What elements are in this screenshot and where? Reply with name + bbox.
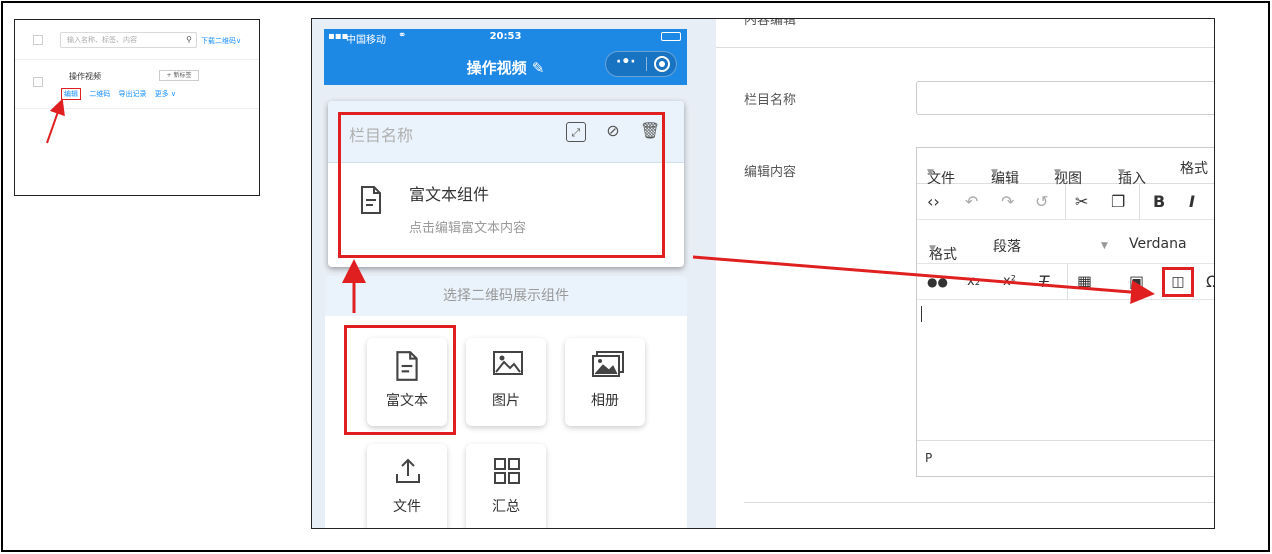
phone-nav-bar: 操作视频 ✎ ·•·	[324, 45, 687, 85]
phone-preview: ▪▪▪ 中国移动 ⚭ 20:53 操作视频 ✎ ·•· 栏目名称 ⤢ ⊘ 🗑 富…	[312, 19, 716, 528]
edit-content-label: 编辑内容	[744, 165, 797, 180]
highlight-box-richtext	[344, 325, 456, 435]
clear-format-icon[interactable]: T	[1039, 272, 1049, 291]
component-label: 文件	[393, 499, 421, 515]
list-header-row: 输入名称、标签、内容 ⚲ 下载二维码∨	[15, 20, 259, 60]
row-checkbox[interactable]	[33, 77, 43, 87]
column-name-input[interactable]	[916, 81, 1214, 115]
close-circle-icon[interactable]	[654, 56, 670, 72]
component-album[interactable]: 相册	[565, 338, 645, 426]
menu-format[interactable]: 格式	[1180, 158, 1208, 178]
mini-program-capsule: ·•·	[605, 51, 677, 77]
more-dots-icon[interactable]: ·•·	[616, 54, 636, 70]
divider	[744, 502, 1214, 503]
album-icon	[592, 351, 624, 377]
row-title: 操作视频	[69, 72, 101, 81]
download-qrcode-button[interactable]: 下载二维码∨	[201, 36, 241, 46]
phone-status-bar: ▪▪▪ 中国移动 ⚭ 20:53	[324, 29, 687, 46]
editor-toolbar-1: ‹› ↶ ↷ ↺ ✂ ❐ B I	[917, 184, 1214, 220]
capsule-divider	[646, 57, 647, 71]
battery-icon	[661, 32, 681, 41]
copy-icon[interactable]: ❐	[1111, 192, 1125, 211]
screenshot-frame: 输入名称、标签、内容 ⚲ 下载二维码∨ 操作视频 + 新标签 编辑 二维码 导出…	[1, 1, 1270, 552]
subscript-icon[interactable]: x₂	[967, 274, 980, 289]
text-cursor	[921, 306, 922, 322]
component-label: 相册	[591, 393, 619, 409]
toolbar-divider	[1067, 264, 1068, 300]
select-all-checkbox[interactable]	[33, 35, 43, 45]
component-file[interactable]: 文件	[367, 444, 447, 528]
history-icon[interactable]: ↺	[1035, 192, 1048, 211]
grid-icon	[494, 458, 520, 484]
status-time: 20:53	[489, 31, 522, 42]
column-name-label: 栏目名称	[744, 93, 797, 108]
component-label: 汇总	[492, 499, 520, 515]
video-insert-icon[interactable]: ◫	[1162, 267, 1194, 297]
undo-icon[interactable]: ↶	[965, 192, 978, 211]
search-input[interactable]: 输入名称、标签、内容 ⚲	[60, 32, 197, 48]
qrcode-list-panel: 输入名称、标签、内容 ⚲ 下载二维码∨ 操作视频 + 新标签 编辑 二维码 导出…	[14, 19, 260, 196]
editor-toolbar-3: ●● x₂ x² T ▦ ▣ ◫ Ω	[917, 264, 1214, 300]
cut-icon[interactable]: ✂	[1075, 192, 1088, 211]
editor-menubar: 文件 ▼ 编辑 ▼ 视图 ▼ 插入 ▼ 格式	[917, 148, 1214, 187]
special-char-icon[interactable]: Ω	[1206, 272, 1214, 291]
upload-icon	[396, 458, 420, 483]
font-dropdown[interactable]: Verdana	[1129, 236, 1187, 252]
edit-link[interactable]: 编辑	[61, 88, 81, 100]
component-summary[interactable]: 汇总	[466, 444, 546, 528]
redo-icon[interactable]: ↷	[1001, 192, 1014, 211]
component-label: 图片	[492, 393, 520, 409]
chooser-title: 选择二维码展示组件	[325, 276, 687, 316]
image-insert-icon[interactable]: ▣	[1129, 272, 1144, 291]
bold-icon[interactable]: B	[1153, 192, 1165, 211]
content-edit-form: 内容编辑 栏目名称 编辑内容 文件 ▼ 编辑 ▼ 视图 ▼ 插入 ▼ 格式 ‹›…	[716, 18, 1214, 528]
paragraph-chevron-icon[interactable]: ▼	[1101, 241, 1108, 251]
search-icon[interactable]: ⚲	[186, 35, 192, 44]
superscript-icon[interactable]: x²	[1003, 274, 1016, 289]
editor-toolbar-2: 格式 ▼ 段落 ▼ Verdana	[917, 228, 1214, 264]
image-icon	[493, 351, 523, 375]
rich-text-editor: 文件 ▼ 编辑 ▼ 视图 ▼ 插入 ▼ 格式 ‹› ↶ ↷ ↺ ✂ ❐ B I	[916, 147, 1214, 477]
toolbar-divider	[1139, 184, 1140, 220]
search-placeholder: 输入名称、标签、内容	[67, 36, 137, 44]
editor-screenshot: ▪▪▪ 中国移动 ⚭ 20:53 操作视频 ✎ ·•· 栏目名称 ⤢ ⊘ 🗑 富…	[311, 18, 1215, 529]
row-actions: 编辑 二维码 导出记录 更多 ∨	[61, 88, 182, 100]
table-icon[interactable]: ▦	[1077, 272, 1092, 291]
add-tag-button[interactable]: + 新标签	[159, 70, 199, 81]
more-link[interactable]: 更多 ∨	[155, 90, 176, 98]
table-row: 操作视频 + 新标签 编辑 二维码 导出记录 更多 ∨	[15, 61, 259, 109]
highlight-box-card	[338, 112, 665, 258]
export-records-link[interactable]: 导出记录	[118, 90, 146, 98]
toolbar-divider	[1065, 184, 1066, 220]
component-image[interactable]: 图片	[466, 338, 546, 426]
bullet-icon[interactable]: ●●	[927, 275, 948, 289]
qrcode-link[interactable]: 二维码	[89, 90, 110, 98]
divider	[716, 47, 1214, 48]
paragraph-dropdown[interactable]: 段落	[993, 236, 1021, 256]
italic-icon[interactable]: I	[1189, 192, 1195, 211]
editor-statusbar: P	[917, 440, 1214, 476]
section-title: 内容编辑	[744, 18, 797, 28]
source-code-icon[interactable]: ‹›	[927, 192, 940, 211]
